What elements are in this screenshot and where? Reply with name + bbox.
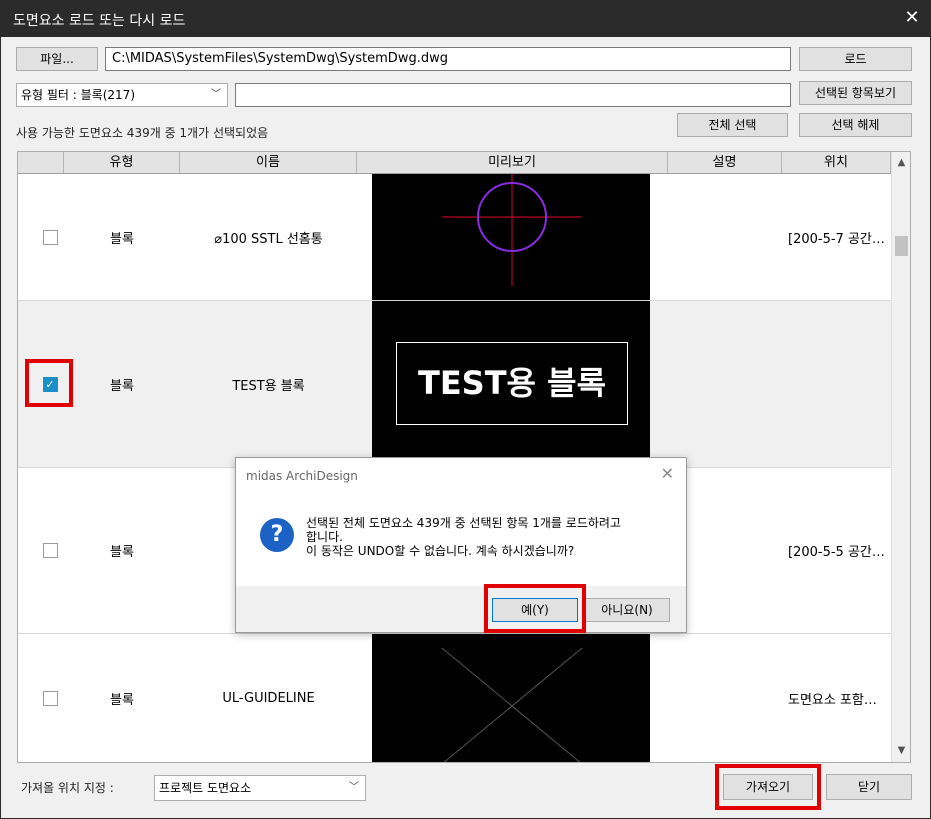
- row-checkbox-cell[interactable]: [36, 468, 64, 633]
- file-button[interactable]: 파일...: [16, 47, 98, 71]
- load-button[interactable]: 로드: [799, 47, 912, 71]
- row-type: 블록: [110, 378, 134, 394]
- row-checkbox[interactable]: [42, 229, 58, 245]
- view-selected-button[interactable]: 선택된 항목보기: [799, 81, 912, 105]
- row-type: 블록: [110, 545, 134, 560]
- message-line-3: 이 동작은 UNDO할 수 없습니다. 계속 하시겠습니까?: [306, 544, 575, 558]
- header-checkbox-col[interactable]: [18, 152, 64, 173]
- table-row[interactable]: 블록 UL-GUIDELINE 도면요소 포함…: [18, 634, 891, 762]
- type-filter-select[interactable]: 유형 필터 : 블록(217) ﹀: [16, 83, 228, 107]
- window-title: 도면요소 로드 또는 다시 로드: [13, 13, 186, 29]
- row-preview: [372, 634, 650, 762]
- message-line-2: 합니다.: [306, 530, 343, 544]
- deselect-button[interactable]: 선택 해제: [799, 113, 912, 137]
- message-line-1: 선택된 전체 도면요소 439개 중 선택된 항목 1개를 로드하려고: [306, 516, 621, 530]
- destination-value: 프로젝트 도면요소: [159, 781, 252, 795]
- highlight-yes-button: [484, 584, 586, 633]
- row-location: [200-5-7 공간…: [788, 231, 885, 247]
- header-name[interactable]: 이름: [180, 152, 357, 173]
- close-icon[interactable]: ✕: [661, 464, 674, 483]
- row-name: TEST용 블록: [232, 378, 305, 394]
- close-icon[interactable]: ✕: [894, 1, 930, 37]
- table-scrollbar[interactable]: ▲ ▼: [891, 152, 910, 762]
- row-type: 블록: [110, 693, 134, 708]
- row-description: [668, 174, 782, 300]
- filter-text-input[interactable]: [235, 83, 791, 107]
- type-filter-value: 유형 필터 : 블록(217): [21, 88, 135, 102]
- row-checkbox-cell[interactable]: [36, 174, 64, 300]
- dialog-message: 선택된 전체 도면요소 439개 중 선택된 항목 1개를 로드하려고 합니다.…: [306, 516, 666, 558]
- file-path-field[interactable]: C:\MIDAS\SystemFiles\SystemDwg\SystemDwg…: [105, 47, 791, 71]
- preview-drawing: [441, 647, 583, 762]
- row-type: 블록: [110, 231, 134, 247]
- row-checkbox-cell[interactable]: [36, 634, 64, 762]
- highlight-import-button: [715, 764, 821, 810]
- destination-label: 가져올 위치 지정 :: [21, 781, 114, 795]
- dialog-title: midas ArchiDesign: [246, 469, 358, 483]
- row-location: 도면요소 포함…: [788, 693, 877, 708]
- row-preview: [372, 174, 650, 300]
- close-button[interactable]: 닫기: [826, 774, 912, 800]
- title-bar: 도면요소 로드 또는 다시 로드 ✕: [1, 1, 930, 37]
- header-type[interactable]: 유형: [64, 152, 180, 173]
- no-button[interactable]: 아니요(N): [584, 598, 670, 622]
- row-description: [668, 301, 782, 467]
- header-location[interactable]: 위치: [782, 152, 891, 173]
- select-all-button[interactable]: 전체 선택: [677, 113, 788, 137]
- row-location: [782, 301, 891, 467]
- row-checkbox[interactable]: [42, 543, 58, 558]
- chevron-down-icon: ﹀: [211, 89, 221, 100]
- destination-select[interactable]: 프로젝트 도면요소 ﹀: [154, 775, 366, 801]
- table-header: 유형 이름 미리보기 설명 위치: [18, 152, 891, 174]
- header-description[interactable]: 설명: [668, 152, 782, 173]
- table-row[interactable]: 블록 ⌀100 SSTL 선홈통 [200-5-7 공간…: [18, 174, 891, 301]
- scroll-up-icon[interactable]: ▲: [892, 154, 910, 172]
- chevron-down-icon: ﹀: [349, 782, 359, 793]
- status-text: 사용 가능한 도면요소 439개 중 1개가 선택되었음: [16, 126, 269, 140]
- row-checkbox[interactable]: [42, 691, 58, 706]
- scroll-thumb[interactable]: [895, 236, 908, 256]
- dialog-footer: 예(Y) 아니요(N): [236, 586, 686, 632]
- header-preview[interactable]: 미리보기: [357, 152, 668, 173]
- load-drawing-element-window: 도면요소 로드 또는 다시 로드 ✕ 파일... C:\MIDAS\System…: [0, 0, 931, 819]
- preview-drawing: [442, 174, 582, 286]
- row-preview: TEST용 블록: [372, 301, 650, 467]
- row-name: UL-GUIDELINE: [222, 691, 315, 706]
- question-icon: ?: [260, 518, 294, 552]
- row-description: [668, 634, 782, 762]
- confirm-dialog: midas ArchiDesign ✕ ? 선택된 전체 도면요소 439개 중…: [235, 457, 687, 633]
- row-name: ⌀100 SSTL 선홈통: [214, 231, 323, 247]
- row-location: [200-5-5 공간…: [788, 545, 885, 560]
- highlight-checkbox: [25, 359, 73, 407]
- table-row[interactable]: ✓ 블록 TEST용 블록 TEST용 블록: [18, 301, 891, 468]
- scroll-down-icon[interactable]: ▼: [892, 742, 910, 760]
- preview-text-box: TEST용 블록: [396, 342, 628, 425]
